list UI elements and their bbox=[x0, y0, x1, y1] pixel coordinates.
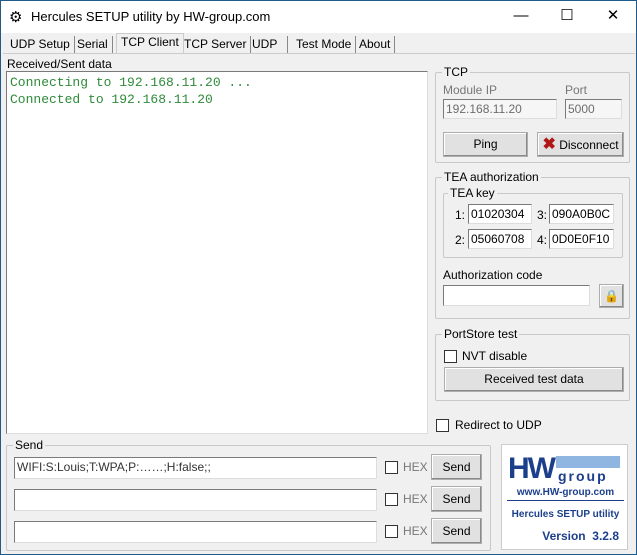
key2-field[interactable]: 05060708 bbox=[468, 229, 532, 249]
key3-field[interactable]: 090A0B0C bbox=[549, 204, 614, 224]
received-test-data-button[interactable]: Received test data bbox=[444, 367, 624, 392]
send-input-3[interactable] bbox=[14, 521, 377, 543]
nvt-disable-label: NVT disable bbox=[462, 349, 528, 363]
auth-code-label: Authorization code bbox=[443, 268, 543, 282]
hex-label: HEX bbox=[403, 460, 428, 474]
key3-label: 3: bbox=[537, 208, 548, 222]
port-label: Port bbox=[565, 83, 588, 97]
tab-test-mode[interactable]: Test Mode bbox=[292, 36, 357, 54]
disconnect-button[interactable]: ✖ Disconnect bbox=[537, 132, 624, 157]
logo-bar bbox=[556, 456, 620, 468]
key4-field[interactable]: 0D0E0F10 bbox=[549, 229, 614, 249]
maximize-button[interactable]: ☐ bbox=[544, 1, 590, 33]
logo-version: Version 3.2.8 bbox=[542, 529, 619, 543]
hex-checkbox-2[interactable] bbox=[385, 493, 398, 506]
title-bar: ⚙ Hercules SETUP utility by HW-group.com… bbox=[1, 1, 636, 33]
logo-url: www.HW-group.com bbox=[507, 487, 624, 501]
key4-label: 4: bbox=[537, 233, 548, 247]
lock-icon: 🔒 bbox=[604, 289, 619, 303]
send-input-1[interactable]: WIFI:S:Louis;T:WPA;P:……;H:false;; bbox=[14, 457, 377, 479]
x-icon: ✖ bbox=[542, 136, 556, 153]
tab-tcp-server[interactable]: TCP Server bbox=[180, 36, 252, 54]
send-title: Send bbox=[13, 438, 46, 452]
tea-key-title: TEA key bbox=[448, 186, 497, 200]
hex-label: HEX bbox=[403, 524, 428, 538]
logo-hw: HW bbox=[508, 452, 556, 485]
minimize-button[interactable]: — bbox=[498, 1, 544, 33]
key2-label: 2: bbox=[455, 233, 466, 247]
tab-divider bbox=[3, 53, 635, 54]
send-button-3[interactable]: Send bbox=[431, 518, 482, 544]
tcp-group-title: TCP bbox=[442, 65, 470, 79]
hw-group-logo: HW group www.HW-group.com Hercules SETUP… bbox=[501, 444, 628, 550]
tab-tcp-client[interactable]: TCP Client bbox=[116, 33, 184, 54]
tcp-group: TCP Module IP Port 192.168.11.20 5000 Pi… bbox=[435, 65, 630, 163]
tea-group-title: TEA authorization bbox=[442, 170, 541, 184]
module-ip-field[interactable]: 192.168.11.20 bbox=[443, 99, 557, 119]
tab-udp-setup[interactable]: UDP Setup bbox=[6, 36, 75, 54]
disconnect-label: Disconnect bbox=[559, 138, 619, 152]
logo-product: Hercules SETUP utility bbox=[511, 509, 620, 520]
logo-brand: group bbox=[558, 468, 608, 484]
module-ip-label: Module IP bbox=[443, 83, 498, 97]
send-button-1[interactable]: Send bbox=[431, 454, 482, 480]
key1-field[interactable]: 01020304 bbox=[468, 204, 532, 224]
app-window: ⚙ Hercules SETUP utility by HW-group.com… bbox=[0, 0, 637, 555]
portstore-group: PortStore test NVT disable Received test… bbox=[435, 327, 630, 401]
log-line: Connected to 192.168.11.20 bbox=[10, 92, 213, 107]
hex-label: HEX bbox=[403, 492, 428, 506]
nvt-disable-checkbox[interactable] bbox=[444, 350, 457, 363]
hex-checkbox-3[interactable] bbox=[385, 525, 398, 538]
lock-button[interactable]: 🔒 bbox=[599, 284, 624, 308]
portstore-title: PortStore test bbox=[442, 327, 520, 341]
port-field[interactable]: 5000 bbox=[565, 99, 622, 119]
window-title: Hercules SETUP utility by HW-group.com bbox=[31, 9, 271, 24]
received-label: Received/Sent data bbox=[7, 57, 112, 71]
send-input-2[interactable] bbox=[14, 489, 377, 511]
tab-about[interactable]: About bbox=[355, 36, 396, 54]
key1-label: 1: bbox=[455, 208, 466, 222]
close-button[interactable]: ✕ bbox=[590, 1, 636, 33]
log-line: Connecting to 192.168.11.20 ... bbox=[10, 75, 252, 90]
tea-group: TEA authorization TEA key 1: 01020304 3:… bbox=[435, 170, 630, 319]
app-icon: ⚙ bbox=[9, 9, 23, 26]
tab-serial[interactable]: Serial bbox=[73, 36, 113, 54]
ping-button[interactable]: Ping bbox=[443, 132, 528, 157]
send-button-2[interactable]: Send bbox=[431, 486, 482, 512]
hex-checkbox-1[interactable] bbox=[385, 461, 398, 474]
tab-udp[interactable]: UDP bbox=[248, 36, 288, 54]
redirect-udp-checkbox[interactable] bbox=[436, 419, 449, 432]
received-data-area[interactable]: Connecting to 192.168.11.20 ... Connecte… bbox=[6, 71, 428, 434]
redirect-udp-label: Redirect to UDP bbox=[455, 418, 542, 432]
auth-code-field[interactable] bbox=[443, 285, 590, 306]
